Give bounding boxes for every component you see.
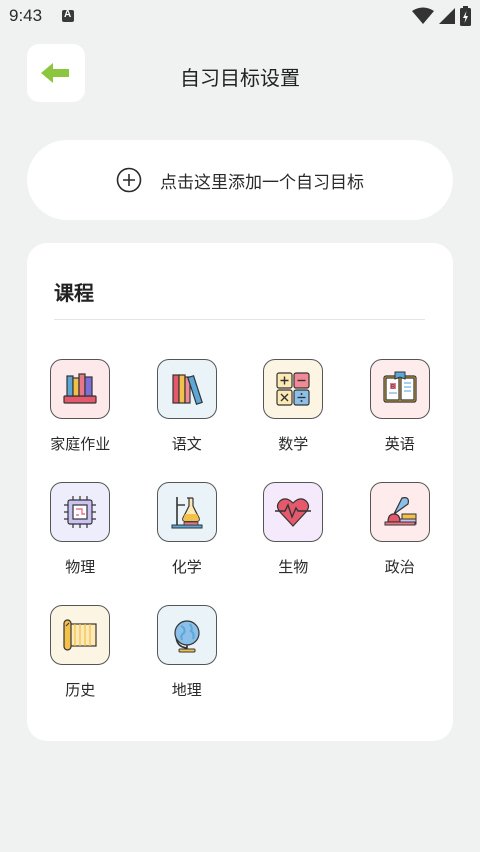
- course-label: 语文: [171, 435, 202, 453]
- course-item-biology[interactable]: 生物: [240, 482, 347, 577]
- course-label: 历史: [65, 681, 96, 699]
- quill-ink-icon: [369, 482, 430, 542]
- circuit-chip-icon: [50, 482, 111, 542]
- flask-stand-icon: [156, 482, 217, 542]
- course-item-chemistry[interactable]: 化学: [134, 482, 241, 577]
- add-goal-button[interactable]: 点击这里添加一个自习目标: [27, 140, 453, 220]
- course-card: 课程 家庭作业 语文 数学 B 英语 物理 化学 生物 政治 历史 地理: [27, 243, 453, 741]
- course-item-physics[interactable]: 物理: [27, 482, 134, 577]
- course-item-math[interactable]: 数学: [240, 359, 347, 454]
- header: 自习目标设置: [0, 44, 480, 104]
- course-item-politics[interactable]: 政治: [347, 482, 454, 577]
- divider: [54, 319, 425, 320]
- heartbeat-icon: [263, 482, 324, 542]
- add-circle-icon: [116, 167, 142, 193]
- course-label: 政治: [384, 558, 415, 576]
- course-item-history[interactable]: 历史: [27, 605, 134, 700]
- section-title: 课程: [54, 281, 94, 305]
- globe-icon: [156, 605, 217, 665]
- notification-a-icon: [62, 9, 74, 22]
- svg-text:B: B: [391, 385, 395, 391]
- course-item-english[interactable]: B 英语: [347, 359, 454, 454]
- calculator-icon: [263, 359, 324, 419]
- add-goal-label: 点击这里添加一个自习目标: [160, 172, 364, 193]
- battery-icon: [460, 6, 471, 26]
- course-label: 数学: [278, 435, 309, 453]
- books-stack-icon: [50, 359, 111, 419]
- course-item-chinese[interactable]: 语文: [134, 359, 241, 454]
- course-label: 家庭作业: [50, 435, 111, 453]
- course-label: 地理: [171, 681, 202, 699]
- course-item-geography[interactable]: 地理: [134, 605, 241, 700]
- course-label: 化学: [171, 558, 202, 576]
- signal-icon: [439, 8, 455, 24]
- course-label: 生物: [278, 558, 309, 576]
- open-book-icon: B: [369, 359, 430, 419]
- course-label: 物理: [65, 558, 96, 576]
- scroll-icon: [50, 605, 111, 665]
- course-label: 英语: [384, 435, 415, 453]
- books-shelf-icon: [156, 359, 217, 419]
- page-title: 自习目标设置: [180, 66, 300, 90]
- course-item-homework[interactable]: 家庭作业: [27, 359, 134, 454]
- course-grid: 家庭作业 语文 数学 B 英语 物理 化学 生物 政治 历史 地理: [27, 359, 453, 700]
- status-bar: 9:43: [0, 0, 480, 32]
- status-time: 9:43: [9, 6, 43, 25]
- wifi-icon: [412, 7, 434, 24]
